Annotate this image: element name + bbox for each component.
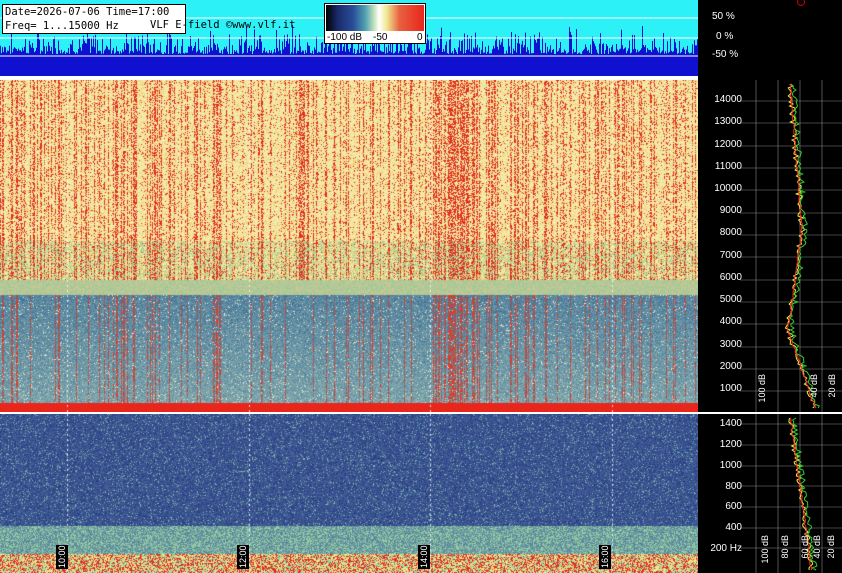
freq-tick-label: 14000 (714, 94, 742, 105)
freq-tick-label: 5000 (719, 294, 742, 305)
color-scale-gradient (326, 5, 424, 31)
freq-tick-label: 11000 (714, 161, 742, 172)
freq-tick-label: 12000 (714, 139, 742, 150)
freq-tick-label: 9000 (719, 205, 742, 216)
freq-tick-label: 1200 (719, 439, 742, 450)
freq-tick-label: 13000 (714, 116, 742, 127)
db-tick-label: 100 dB (757, 374, 767, 403)
db-tick-label: 100 dB (760, 535, 770, 564)
db-tick-label: 20 dB (826, 535, 836, 559)
freq-tick-label: 7000 (719, 250, 742, 261)
freq-tick-label: 3000 (719, 339, 742, 350)
freq-tick-label: 4000 (719, 316, 742, 327)
color-scale-mid: -50 (373, 32, 388, 43)
spectrogram-lower (0, 414, 698, 573)
credit-label: VLF E-field ©www.vlf.it (150, 19, 296, 31)
color-scale-legend: -100 dB -50 0 (324, 3, 426, 44)
color-scale-max: 0 (417, 32, 423, 43)
freq-tick-label: 600 (725, 501, 742, 512)
time-tick-label: 16:00 (599, 545, 611, 569)
db-tick-label: 20 dB (827, 374, 837, 398)
waveform-scale-50: 50 % (712, 11, 735, 22)
freq-tick-label: 10000 (714, 183, 742, 194)
time-tick-label: 12:00 (237, 545, 249, 569)
freq-tick-label: 6000 (719, 272, 742, 283)
freq-tick-label: 1400 (719, 418, 742, 429)
freq-tick-label: 1000 (719, 383, 742, 394)
db-tick-label: 40 dB (809, 374, 819, 398)
waveform-scale-0: 0 % (716, 31, 734, 42)
freq-tick-label: 8000 (719, 227, 742, 238)
freq-tick-label: 2000 (719, 361, 742, 372)
waveform-scale-minus50: -50 % (712, 49, 739, 60)
freq-tick-label: 800 (725, 481, 742, 492)
freq-tick-label: 1000 (719, 460, 742, 471)
time-tick-label: 10:00 (56, 545, 68, 569)
freq-tick-label: 200 Hz (710, 543, 742, 554)
db-tick-label: 80 dB (780, 535, 790, 559)
freq-tick-label: 400 (725, 522, 742, 533)
spectrogram-upper (0, 80, 698, 412)
db-tick-label: 40 dB (812, 535, 822, 559)
db-tick-label: 60 dB (800, 535, 810, 559)
date-time-label: Date=2026-07-06 Time=17:00 (5, 6, 170, 18)
color-scale-min: -100 dB (327, 32, 363, 43)
time-tick-label: 14:00 (418, 545, 430, 569)
